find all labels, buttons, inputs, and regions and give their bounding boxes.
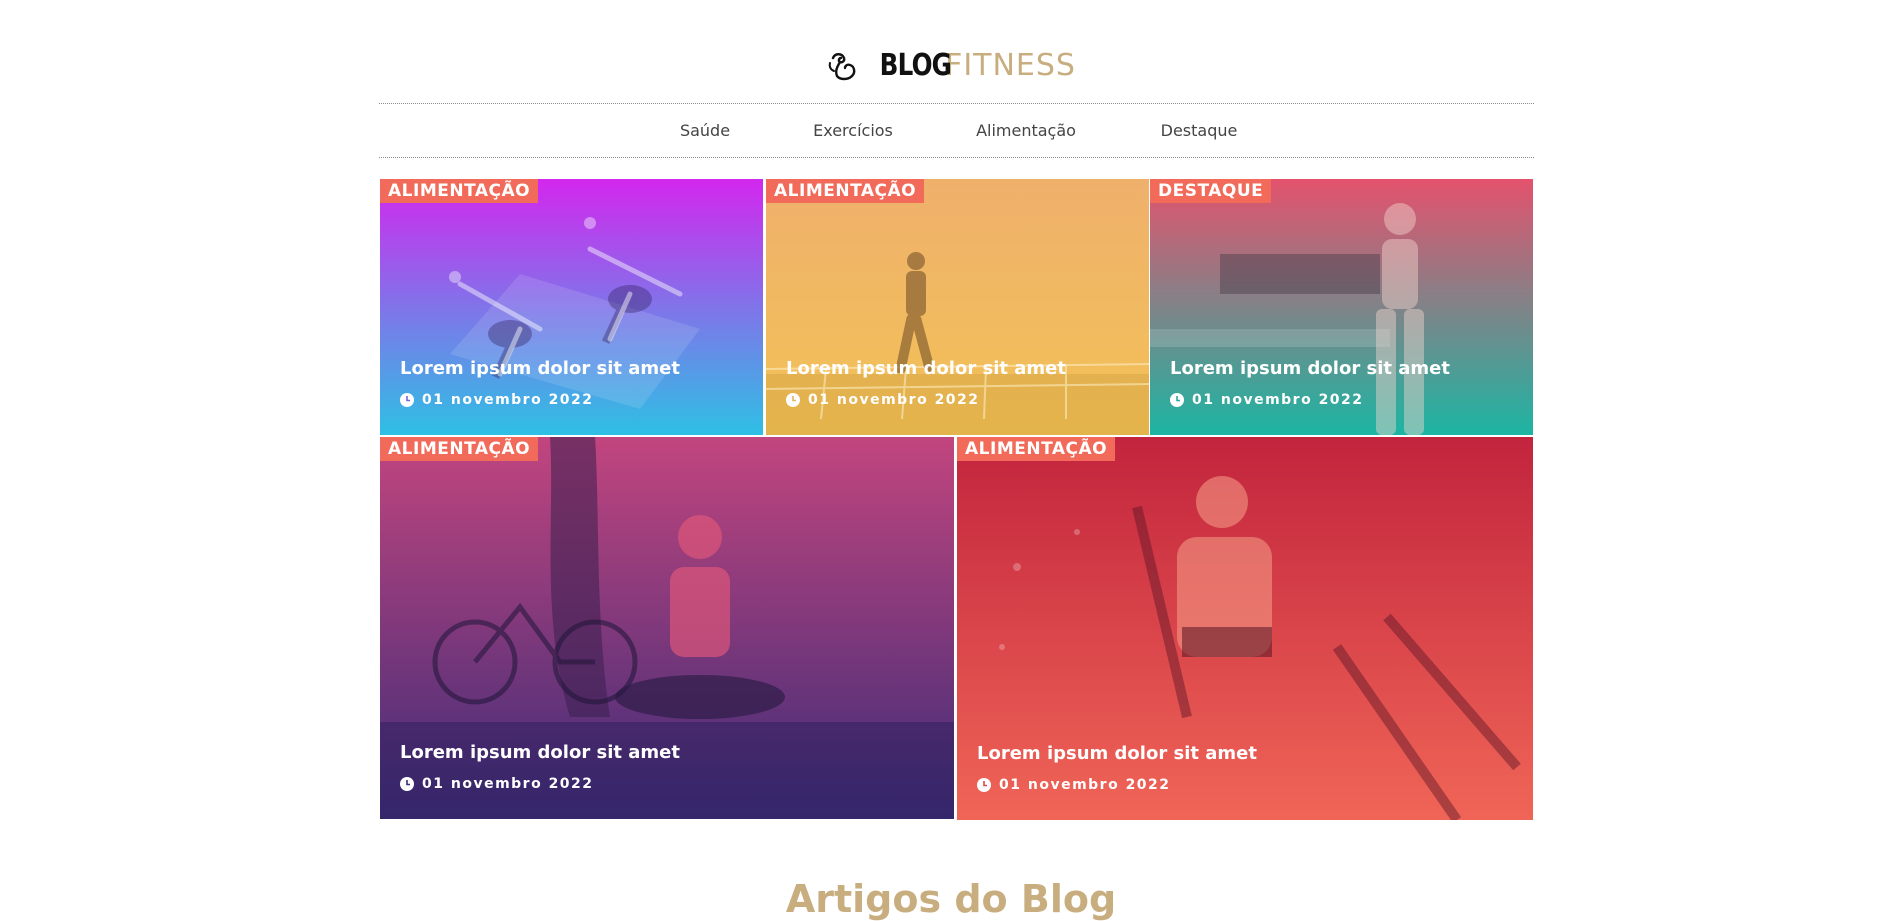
clock-icon — [400, 777, 414, 791]
post-date: 01 novembro 2022 — [1170, 392, 1364, 408]
nav-item-exercicios[interactable]: Exercícios — [813, 104, 893, 157]
clock-icon — [1170, 393, 1184, 407]
post-date: 01 novembro 2022 — [977, 777, 1171, 793]
clock-icon — [977, 778, 991, 792]
header-divider-bottom — [379, 157, 1534, 158]
clock-icon — [400, 393, 414, 407]
post-date: 01 novembro 2022 — [400, 392, 594, 408]
post-date-text: 01 novembro 2022 — [808, 392, 980, 408]
nav-item-alimentacao[interactable]: Alimentação — [976, 104, 1076, 157]
post-title[interactable]: Lorem ipsum dolor sit amet — [977, 743, 1257, 764]
category-badge[interactable]: DESTAQUE — [1150, 179, 1272, 203]
logo-text-blog: BLOG — [879, 48, 952, 83]
post-card-3[interactable]: DESTAQUE Lorem ipsum dolor sit amet 01 n… — [1150, 179, 1533, 435]
site-logo[interactable]: BLOG FITNESS — [0, 44, 1902, 88]
post-date-text: 01 novembro 2022 — [1192, 392, 1364, 408]
post-date: 01 novembro 2022 — [400, 776, 594, 792]
category-badge[interactable]: ALIMENTAÇÃO — [957, 437, 1116, 461]
post-title[interactable]: Lorem ipsum dolor sit amet — [786, 358, 1066, 379]
nav-item-destaque[interactable]: Destaque — [1161, 104, 1238, 157]
logo-text-fitness: FITNESS — [945, 48, 1076, 83]
post-title[interactable]: Lorem ipsum dolor sit amet — [400, 358, 680, 379]
post-card-2[interactable]: ALIMENTAÇÃO Lorem ipsum dolor sit amet 0… — [766, 179, 1149, 435]
category-badge[interactable]: ALIMENTAÇÃO — [380, 437, 539, 461]
post-card-1[interactable]: ALIMENTAÇÃO Lorem ipsum dolor sit amet 0… — [380, 179, 763, 435]
post-date-text: 01 novembro 2022 — [422, 776, 594, 792]
main-nav: Saúde Exercícios Alimentação Destaque — [379, 104, 1534, 157]
bicep-flex-icon — [828, 53, 856, 81]
section-title: Artigos do Blog — [785, 877, 1117, 921]
site-header: BLOG FITNESS — [0, 0, 1902, 103]
post-date: 01 novembro 2022 — [786, 392, 980, 408]
post-title[interactable]: Lorem ipsum dolor sit amet — [400, 742, 680, 763]
post-title[interactable]: Lorem ipsum dolor sit amet — [1170, 358, 1450, 379]
category-badge[interactable]: ALIMENTAÇÃO — [766, 179, 925, 203]
clock-icon — [786, 393, 800, 407]
post-card-4[interactable]: ALIMENTAÇÃO Lorem ipsum dolor sit amet 0… — [380, 437, 954, 819]
post-date-text: 01 novembro 2022 — [422, 392, 594, 408]
post-date-text: 01 novembro 2022 — [999, 777, 1171, 793]
nav-item-saude[interactable]: Saúde — [680, 104, 730, 157]
category-badge[interactable]: ALIMENTAÇÃO — [380, 179, 539, 203]
post-card-5[interactable]: ALIMENTAÇÃO Lorem ipsum dolor sit amet 0… — [957, 437, 1533, 820]
